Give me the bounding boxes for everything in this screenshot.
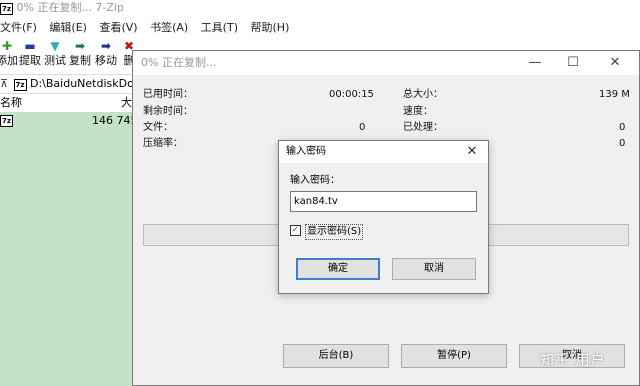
copy-button[interactable]: ➡ 复制 xyxy=(67,38,93,72)
show-password-checkbox[interactable]: ✓ xyxy=(290,225,301,236)
background-button[interactable]: 后台(B) xyxy=(283,344,389,368)
elapsed-value: 00:00:15 xyxy=(329,89,374,100)
elapsed-label: 已用时间： xyxy=(143,89,193,100)
column-name[interactable]: 名称 xyxy=(0,94,22,112)
menu-help[interactable]: 帮助(H) xyxy=(251,21,290,34)
minimize-button[interactable]: — xyxy=(517,51,553,75)
processed-value: 0 xyxy=(619,122,626,133)
close-button[interactable]: ✕ xyxy=(597,51,633,75)
files-label: 文件： xyxy=(143,122,173,133)
password-dialog: 输入密码 ✕ 输入密码： kan84.tv ✓ 显示密码(S) 确定 取消 xyxy=(278,140,489,294)
password-titlebar: 输入密码 ✕ xyxy=(279,141,488,163)
app-icon: 7z xyxy=(0,3,13,15)
list-header: 名称 大 xyxy=(0,94,150,113)
password-cancel-button[interactable]: 取消 xyxy=(392,258,476,280)
pause-button[interactable]: 暂停(P) xyxy=(401,344,507,368)
test-button[interactable]: ▼ 测试 xyxy=(42,38,68,72)
ratio-label: 压缩率： xyxy=(143,138,183,149)
main-titlebar: 7z 0% 正在复制... 7-Zip xyxy=(0,0,640,17)
list-item[interactable]: 7z 146 745 xyxy=(0,113,150,129)
menu-bookmarks[interactable]: 书签(A) xyxy=(150,21,188,34)
maximize-button[interactable]: ☐ xyxy=(555,51,591,75)
minus-icon: ▬ xyxy=(24,39,36,53)
total-size-value: 139 M xyxy=(599,89,630,100)
up-folder-icon[interactable]: ⊼ xyxy=(0,77,10,91)
password-label: 输入密码： xyxy=(290,175,340,186)
file-list-area xyxy=(0,112,150,386)
check-icon: ▼ xyxy=(50,39,60,53)
menu-view[interactable]: 查看(V) xyxy=(99,21,137,34)
column-size[interactable]: 大 xyxy=(121,94,132,112)
path-bar: ⊼ 7z D:\BaiduNetdiskDov xyxy=(0,74,150,94)
files-value: 0 xyxy=(359,122,366,133)
main-window-title: 0% 正在复制... 7-Zip xyxy=(16,1,124,14)
archive-file-icon: 7z xyxy=(0,115,13,127)
archive-icon: 7z xyxy=(13,79,27,91)
menu-edit[interactable]: 编辑(E) xyxy=(49,21,87,34)
total-size-label: 总大小： xyxy=(403,89,443,100)
password-input[interactable]: kan84.tv xyxy=(290,191,477,212)
progress-titlebar: 0% 正在复制... — ☐ ✕ xyxy=(133,51,639,75)
menu-bar: 文件(F) 编辑(E) 查看(V) 书签(A) 工具(T) 帮助(H) xyxy=(0,18,640,38)
watermark: 知乎 用户 xyxy=(540,353,606,369)
packed-value: 0 xyxy=(619,138,626,149)
remaining-label: 剩余时间： xyxy=(143,106,193,117)
menu-tools[interactable]: 工具(T) xyxy=(201,21,238,34)
toolbar: ✚ 添加 ▬ 提取 ▼ 测试 ➡ 复制 ➡ 移动 ✖ 删 xyxy=(0,38,150,72)
ok-button[interactable]: 确定 xyxy=(296,258,380,280)
show-password-label[interactable]: 显示密码(S) xyxy=(305,224,364,240)
close-icon[interactable]: ✕ xyxy=(462,141,482,163)
password-dialog-title: 输入密码 xyxy=(286,146,326,157)
path-input[interactable]: D:\BaiduNetdiskDov xyxy=(30,77,140,90)
menu-file[interactable]: 文件(F) xyxy=(0,21,37,34)
arrow-right-icon: ➡ xyxy=(74,39,86,53)
speed-label: 速度： xyxy=(403,106,433,117)
processed-label: 已处理： xyxy=(403,122,443,133)
progress-title: 0% 正在复制... xyxy=(141,56,217,69)
extract-button[interactable]: ▬ 提取 xyxy=(17,38,43,72)
list-item-size: 146 745 xyxy=(92,114,138,127)
